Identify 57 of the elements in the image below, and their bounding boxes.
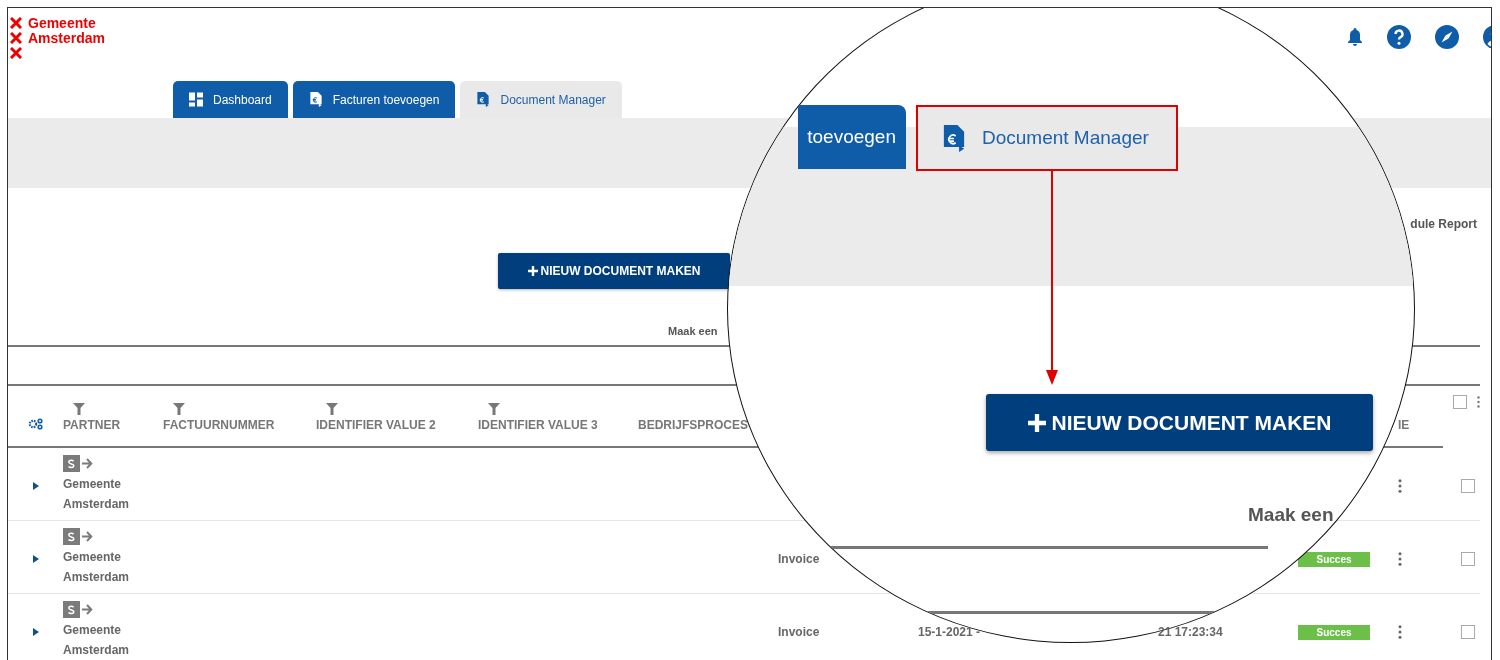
select-all-checkbox[interactable] [1453, 395, 1467, 409]
table-cell: Invoice [778, 552, 820, 566]
tab[interactable]: Document Manager [916, 105, 1178, 171]
row-checkbox[interactable] [1461, 552, 1475, 566]
column-header[interactable]: IE [1398, 418, 1410, 432]
document-euro-icon [476, 92, 491, 107]
column-header[interactable]: IDENTIFIER VALUE 3 [478, 418, 598, 432]
logo-text: Amsterdam [28, 29, 106, 46]
hint-text: Maak een [668, 325, 718, 337]
sender-badge-icon [63, 600, 93, 618]
table-cell: 15-1-2021 - [918, 625, 981, 639]
tab[interactable]: toevoegen [798, 105, 906, 169]
filter-icon[interactable] [326, 403, 338, 415]
expand-caret-icon[interactable] [30, 554, 41, 564]
kebab-icon[interactable] [1398, 552, 1402, 566]
report-link[interactable]: dule Report [1410, 217, 1477, 233]
plus-icon [527, 266, 538, 276]
hint-text: Maak een [1248, 504, 1334, 526]
column-header[interactable]: IDENTIFIER VALUE 2 [316, 418, 436, 432]
tab[interactable]: Dashboard [173, 81, 288, 118]
row-checkbox[interactable] [1461, 625, 1475, 639]
bell-icon[interactable] [1347, 27, 1363, 47]
document-euro-icon [308, 92, 323, 107]
column-header[interactable]: FACTUURNUMMER [163, 418, 275, 432]
column-header[interactable]: PARTNER [63, 418, 121, 432]
kebab-icon[interactable] [1398, 625, 1402, 639]
document-euro-icon [942, 124, 966, 152]
expand-caret-icon[interactable] [30, 627, 41, 637]
column-header[interactable]: BEDRIJFSPROCES [638, 418, 749, 432]
x-mark-icon [10, 31, 22, 44]
row-checkbox[interactable] [1461, 479, 1475, 493]
help-icon[interactable] [1387, 25, 1411, 49]
new-document-button[interactable]: NIEUW DOCUMENT MAKEN [986, 394, 1373, 451]
filter-icon[interactable] [488, 403, 500, 415]
expand-caret-icon[interactable] [30, 481, 41, 491]
sender-badge-icon [63, 454, 93, 472]
gears-icon[interactable] [27, 418, 44, 430]
logo-text: Gemeente [28, 14, 96, 31]
x-mark-icon [10, 16, 22, 29]
x-mark-icon [10, 46, 22, 59]
status-badge: Succes [1298, 624, 1370, 640]
kebab-icon[interactable] [1398, 479, 1402, 493]
kebab-icon[interactable] [1477, 396, 1480, 408]
partner-name: Gemeente Amsterdam [63, 548, 131, 586]
partner-name: Gemeente Amsterdam [63, 621, 131, 659]
compass-icon[interactable] [1435, 25, 1459, 49]
filter-icon[interactable] [73, 403, 85, 415]
plus-icon [1027, 413, 1046, 432]
table-cell: Invoice [778, 625, 820, 639]
tab[interactable]: Document Manager [460, 81, 622, 118]
grid-icon [189, 92, 203, 107]
filter-icon[interactable] [173, 403, 185, 415]
new-document-button[interactable]: NIEUW DOCUMENT MAKEN [498, 253, 730, 289]
tab[interactable]: Facturen toevoegen [292, 81, 456, 118]
status-badge: Succes [1298, 551, 1370, 567]
partner-name: Gemeente Amsterdam [63, 475, 131, 513]
sender-badge-icon [63, 527, 93, 545]
